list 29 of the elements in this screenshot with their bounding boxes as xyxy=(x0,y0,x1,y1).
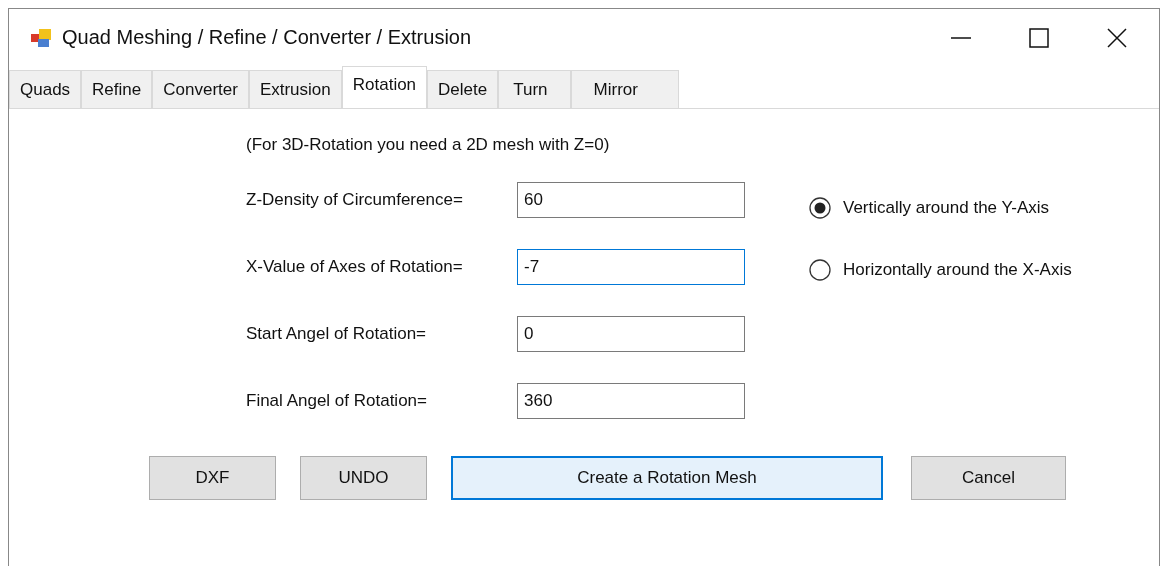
input-field[interactable]: -7 xyxy=(517,248,745,285)
app-icon xyxy=(30,27,52,48)
tab[interactable]: Delete xyxy=(427,70,499,108)
tab[interactable]: Refine xyxy=(81,70,153,108)
tab[interactable]: Quads xyxy=(9,70,82,108)
tab[interactable]: Mirror xyxy=(570,70,679,108)
tab[interactable]: Converter xyxy=(152,70,249,108)
close-icon[interactable] xyxy=(1107,27,1127,48)
action-button[interactable]: Cancel xyxy=(911,456,1066,500)
radio-option[interactable]: Horizontally around the X-Axis xyxy=(809,247,1072,292)
note-text: (For 3D-Rotation you need a 2D mesh with Z=0) xyxy=(246,135,611,155)
maximize-icon[interactable] xyxy=(1029,27,1049,48)
input-field[interactable]: 0 xyxy=(517,315,745,352)
action-button[interactable]: UNDO xyxy=(300,456,427,500)
tab[interactable]: Extrusion xyxy=(248,70,342,108)
field-label: Start Angel of Rotation= xyxy=(246,323,428,344)
tab[interactable]: Rotation xyxy=(341,66,428,108)
action-button[interactable]: DXF xyxy=(149,456,276,500)
input-field[interactable]: 360 xyxy=(517,382,745,419)
field-label: Final Angel of Rotation= xyxy=(246,390,428,411)
radio-button-icon[interactable] xyxy=(809,258,831,281)
tab[interactable]: Turn xyxy=(498,70,571,108)
window-title: Quad Meshing / Refine / Converter / Extrusion xyxy=(62,26,472,49)
action-button[interactable]: Create a Rotation Mesh xyxy=(451,456,883,500)
radio-option[interactable]: Vertically around the Y-Axis xyxy=(809,185,1072,230)
field-label: X-Value of Axes of Rotation= xyxy=(246,256,464,277)
radio-button-icon[interactable] xyxy=(809,196,831,219)
input-field[interactable]: 60 xyxy=(517,181,745,218)
field-label: Z-Density of Circumference= xyxy=(246,189,464,210)
